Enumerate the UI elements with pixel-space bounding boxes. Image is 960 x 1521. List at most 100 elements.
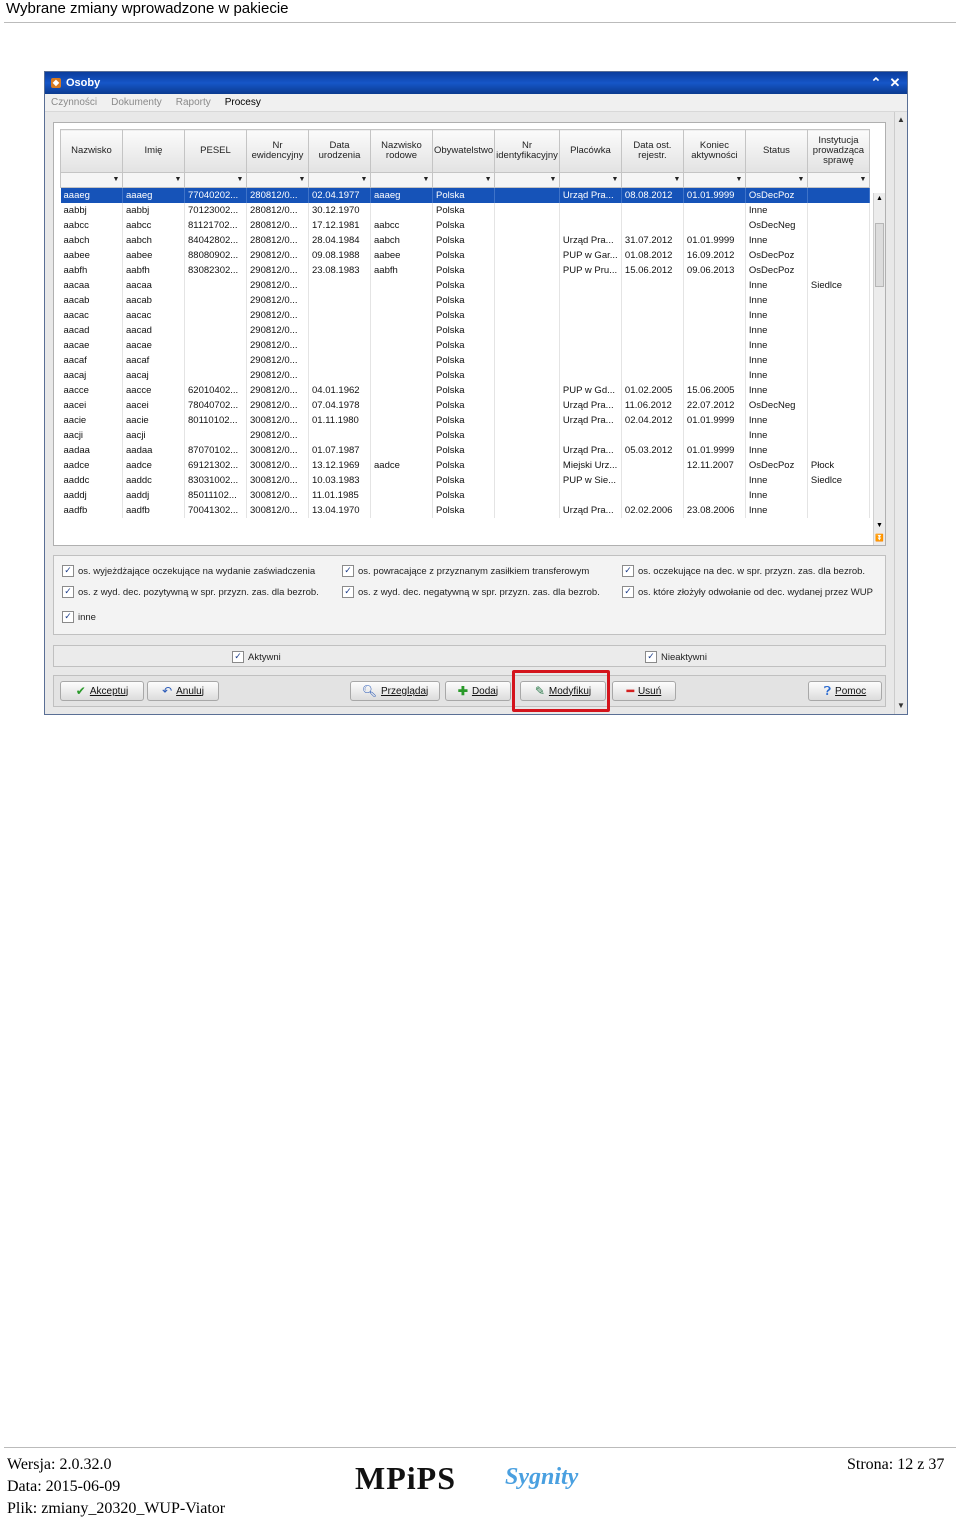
column-header[interactable]: Data ost. rejestr. (620, 129, 684, 173)
column-filter[interactable]: ▼ (246, 172, 309, 188)
column-filter[interactable]: ▼ (122, 172, 185, 188)
menu-raporty[interactable]: Raporty (176, 97, 211, 108)
table-row[interactable]: aacae aacae 290812/0... Polska Inne (60, 338, 870, 353)
collapse-icon[interactable]: ⌃ (867, 74, 885, 92)
grid-scroll-thumb[interactable] (875, 223, 884, 287)
browse-button[interactable]: 🔍︎ Przeglądaj (350, 681, 440, 701)
table-row[interactable]: aadce aadce 69121302... 300812/0... 13.12.19… (60, 458, 870, 473)
table-row[interactable]: aaaeg aaaeg 77040202... 280812/0... 02.04.19… (60, 187, 870, 203)
filter-dropdown-icon[interactable]: ▼ (548, 175, 558, 185)
column-header[interactable]: Status (744, 129, 808, 173)
column-filter[interactable]: ▼ (806, 172, 870, 188)
filter-dropdown-icon[interactable]: ▼ (796, 175, 806, 185)
column-header[interactable]: PESEL (184, 129, 247, 173)
column-filter[interactable]: ▼ (370, 172, 433, 188)
column-header[interactable]: Placówka (558, 129, 622, 173)
column-filter[interactable]: ▼ (60, 172, 123, 188)
checkbox-oczekujace[interactable]: ✓ os. oczekujące na dec. w spr. przyzn. z… (622, 565, 865, 577)
table-row[interactable]: aacaj aacaj 290812/0... Polska Inne (60, 368, 870, 383)
grid-scroll-down-icon[interactable]: ▼ (874, 520, 885, 531)
filter-dropdown-icon[interactable]: ▼ (359, 175, 369, 185)
table-cell (494, 323, 560, 338)
table-cell (683, 203, 746, 218)
accept-button[interactable]: ✔ Akceptuj (60, 681, 144, 701)
checkbox-odwolanie[interactable]: ✓ os. które złożyły odwołanie od dec. wyd… (622, 586, 873, 598)
column-filter[interactable]: ▼ (558, 172, 622, 188)
grid-scroll-up-icon[interactable]: ▲ (874, 193, 885, 204)
table-cell: Urząd Pra... (559, 503, 622, 518)
column-header[interactable]: Nr ewidencyjny (246, 129, 309, 173)
filter-dropdown-icon[interactable]: ▼ (297, 175, 307, 185)
menu-procesy[interactable]: Procesy (225, 97, 261, 108)
table-row[interactable]: aaddj aaddj 85011102... 300812/0... 11.01.19… (60, 488, 870, 503)
filter-dropdown-icon[interactable]: ▼ (173, 175, 183, 185)
column-filter[interactable]: ▼ (431, 172, 496, 188)
checkbox-pozytywna[interactable]: ✓ os. z wyd. dec. pozytywną w spr. przyzn… (62, 586, 319, 598)
filter-dropdown-icon[interactable]: ▼ (483, 175, 493, 185)
table-row[interactable]: aadaa aadaa 87070102... 300812/0... 01.07.19… (60, 443, 870, 458)
table-cell (559, 308, 622, 323)
checkbox-nieaktywni[interactable]: ✓ Nieaktywni (645, 651, 707, 663)
table-row[interactable]: aacaf aacaf 290812/0... Polska Inne (60, 353, 870, 368)
checkbox-aktywni[interactable]: ✓ Aktywni (232, 651, 281, 663)
column-header[interactable]: Koniec aktywności (682, 129, 746, 173)
check-icon: ✓ (342, 565, 354, 577)
column-header[interactable]: Data urodzenia (308, 129, 371, 173)
cancel-button[interactable]: ↶ Anuluj (147, 681, 219, 701)
column-filter[interactable]: ▼ (184, 172, 247, 188)
filter-dropdown-icon[interactable]: ▼ (734, 175, 744, 185)
filter-dropdown-icon[interactable]: ▼ (610, 175, 620, 185)
menu-dokumenty[interactable]: Dokumenty (111, 97, 162, 108)
checkbox-powracajace[interactable]: ✓ os. powracające z przyznanym zasiłkiem … (342, 565, 589, 577)
column-header[interactable]: Nazwisko (60, 129, 123, 173)
column-header[interactable]: Nr identyfikacyjny (494, 129, 560, 173)
column-header[interactable]: Imię (122, 129, 185, 173)
window-scrollbar[interactable]: ▲ ▼ (894, 112, 907, 714)
delete-button[interactable]: ━ Usuń (612, 681, 676, 701)
column-filter[interactable]: ▼ (494, 172, 560, 188)
checkbox-negatywna[interactable]: ✓ os. z wyd. dec. negatywną w spr. przyzn… (342, 586, 600, 598)
grid-scroll-end-icon[interactable]: ⏬ (874, 533, 885, 544)
menu-czynnosci[interactable]: Czynności (51, 97, 97, 108)
column-filter[interactable]: ▼ (744, 172, 808, 188)
table-cell (370, 323, 433, 338)
scroll-up-icon[interactable]: ▲ (895, 114, 907, 126)
column-header[interactable]: Instytucja prowadząca sprawę (806, 129, 870, 173)
add-button[interactable]: ✚ Dodaj (445, 681, 511, 701)
table-cell: 17.12.1981 (308, 218, 371, 233)
filter-dropdown-icon[interactable]: ▼ (235, 175, 245, 185)
table-row[interactable]: aacac aacac 290812/0... Polska Inne (60, 308, 870, 323)
filter-dropdown-icon[interactable]: ▼ (111, 175, 121, 185)
filter-dropdown-icon[interactable]: ▼ (672, 175, 682, 185)
scroll-down-icon[interactable]: ▼ (895, 700, 907, 712)
filter-dropdown-icon[interactable]: ▼ (858, 175, 868, 185)
checkbox-inne[interactable]: ✓ inne (62, 611, 96, 623)
table-row[interactable]: aacad aacad 290812/0... Polska Inne (60, 323, 870, 338)
close-icon[interactable]: ✕ (886, 74, 904, 92)
column-filter[interactable]: ▼ (308, 172, 371, 188)
table-row[interactable]: aaddc aaddc 83031002... 300812/0... 10.03.19… (60, 473, 870, 488)
table-cell (494, 308, 560, 323)
filter-dropdown-icon[interactable]: ▼ (421, 175, 431, 185)
table-row[interactable]: aacab aacab 290812/0... Polska Inne (60, 293, 870, 308)
column-header[interactable]: Nazwisko rodowe (370, 129, 433, 173)
column-filter[interactable]: ▼ (620, 172, 684, 188)
grid-scrollbar[interactable]: ▲ ▼ ⏬ (873, 193, 885, 545)
table-cell (683, 293, 746, 308)
table-row[interactable]: aabee aabee 88080902... 290812/0... 09.08.19… (60, 248, 870, 263)
table-cell (807, 338, 870, 353)
help-button[interactable]: ❓︎ Pomoc (808, 681, 882, 701)
table-row[interactable]: aacie aacie 80110102... 300812/0... 01.11.19… (60, 413, 870, 428)
table-row[interactable]: aabbj aabbj 70123002... 280812/0... 30.12.19… (60, 203, 870, 218)
table-row[interactable]: aabfh aabfh 83082302... 290812/0... 23.08.19… (60, 263, 870, 278)
table-row[interactable]: aacji aacji 290812/0... Polska Inne (60, 428, 870, 443)
table-row[interactable]: aacei aacei 78040702... 290812/0... 07.04.19… (60, 398, 870, 413)
table-row[interactable]: aabcc aabcc 81121702... 280812/0... 17.12.19… (60, 218, 870, 233)
column-header[interactable]: Obywatelstwo (431, 129, 496, 173)
table-row[interactable]: aacaa aacaa 290812/0... Polska Inne Siedlce (60, 278, 870, 293)
table-row[interactable]: aabch aabch 84042802... 280812/0... 28.04.19… (60, 233, 870, 248)
table-row[interactable]: aacce aacce 62010402... 290812/0... 04.01.19… (60, 383, 870, 398)
table-row[interactable]: aadfb aadfb 70041302... 300812/0... 13.04.19… (60, 503, 870, 518)
column-filter[interactable]: ▼ (682, 172, 746, 188)
checkbox-wyjezdzajace[interactable]: ✓ os. wyjeżdżające oczekujące na wydanie … (62, 565, 315, 577)
